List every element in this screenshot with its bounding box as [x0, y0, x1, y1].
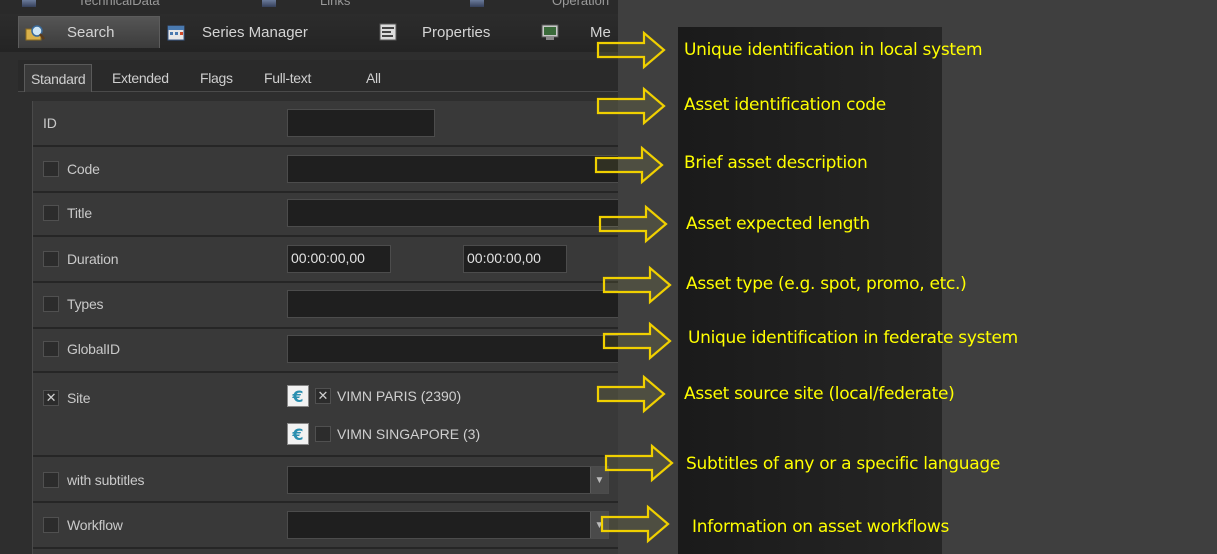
duration-to-field[interactable]: 00:00:00,00 — [463, 245, 567, 273]
subtitles-dropdown[interactable]: ▼ — [287, 466, 609, 494]
duration-checkbox[interactable] — [43, 251, 59, 267]
search-form: ID Code Title Duration 00:00:00,00 00:00… — [32, 101, 618, 554]
tab-all[interactable]: All — [366, 64, 381, 92]
tab-operation[interactable]: Operation — [552, 0, 609, 8]
divider — [33, 281, 618, 283]
arrow-icon — [596, 87, 666, 125]
id-field[interactable] — [287, 109, 435, 137]
tab-search-label: Search — [67, 24, 115, 41]
site-paris-label: VIMN PARIS (2390) — [337, 388, 462, 404]
site-checkbox[interactable]: ✕ — [43, 390, 59, 406]
arrow-icon — [596, 31, 666, 69]
callout-site: Asset source site (local/federate) — [684, 384, 955, 404]
search-window: TechnicalData Links Operation Search Ser… — [0, 0, 618, 554]
divider — [33, 455, 618, 457]
globalid-label: GlobalID — [67, 341, 120, 357]
tab-standard[interactable]: Standard — [24, 64, 93, 92]
callout-subtitles: Subtitles of any or a specific language — [686, 454, 1000, 474]
code-label: Code — [67, 161, 100, 177]
tab-properties[interactable]: Properties — [378, 16, 490, 48]
types-checkbox[interactable] — [43, 296, 59, 312]
site-option-singapore[interactable]: € VIMN SINGAPORE (3) — [287, 423, 480, 445]
site-option-paris[interactable]: € ✕ VIMN PARIS (2390) — [287, 385, 461, 407]
arrow-icon — [604, 444, 674, 482]
callout-arrows — [594, 31, 674, 543]
globalid-row: GlobalID — [43, 339, 120, 359]
divider — [33, 501, 618, 503]
operation-icon — [470, 0, 484, 7]
properties-icon — [379, 23, 397, 41]
code-row: Code — [43, 159, 100, 179]
site-singapore-label: VIMN SINGAPORE (3) — [337, 426, 481, 442]
divider — [33, 371, 618, 373]
divider — [33, 191, 618, 193]
tab-full-text[interactable]: Full-text — [264, 64, 311, 92]
callout-workflow: Information on asset workflows — [692, 517, 950, 537]
code-field[interactable] — [287, 155, 618, 183]
divider — [33, 235, 618, 237]
tab-search[interactable]: Search — [18, 16, 160, 48]
callout-types: Asset type (e.g. spot, promo, etc.) — [686, 274, 967, 294]
subtitles-row: with subtitles — [43, 470, 145, 490]
globalid-checkbox[interactable] — [43, 341, 59, 357]
arrow-icon — [596, 375, 666, 413]
arrow-icon — [600, 505, 670, 543]
tab-flags[interactable]: Flags — [200, 64, 233, 92]
tab-properties-label: Properties — [422, 23, 491, 41]
subtitles-checkbox[interactable] — [43, 472, 59, 488]
subtitles-label: with subtitles — [67, 472, 145, 488]
callout-id: Unique identification in local system — [684, 40, 983, 60]
tab-series-manager-label: Series Manager — [202, 23, 308, 41]
site-label: Site — [67, 390, 91, 406]
callout-code: Asset identification code — [684, 95, 886, 115]
globalid-field[interactable] — [287, 335, 618, 363]
top-tab-strip: TechnicalData Links Operation — [0, 0, 618, 14]
workflow-row: Workflow — [43, 515, 123, 535]
types-field[interactable] — [287, 290, 618, 318]
arrow-icon — [598, 205, 668, 243]
title-field[interactable] — [287, 199, 618, 227]
tab-series-manager[interactable]: Series Manager — [166, 16, 308, 48]
duration-row: Duration — [43, 249, 119, 269]
arrow-icon — [594, 146, 664, 184]
search-mode-tabs: Standard Extended Flags Full-text All — [18, 60, 618, 92]
arrow-icon — [602, 266, 672, 304]
arrow-icon — [602, 322, 672, 360]
media-icon — [541, 24, 559, 40]
workflow-dropdown[interactable]: ▼ — [287, 511, 609, 539]
title-checkbox[interactable] — [43, 205, 59, 221]
site-row: ✕ Site — [43, 388, 91, 408]
divider — [33, 327, 618, 329]
site-logo-icon: € — [287, 423, 309, 445]
links-icon — [262, 0, 276, 7]
callout-duration: Asset expected length — [686, 214, 870, 234]
tab-extended[interactable]: Extended — [112, 64, 169, 92]
duration-from-field[interactable]: 00:00:00,00 — [287, 245, 391, 273]
calendar-icon — [167, 25, 185, 41]
types-row: Types — [43, 294, 104, 314]
title-row: Title — [43, 203, 92, 223]
main-tabs: Search Series Manager Properties Me — [0, 14, 618, 52]
callout-title: Brief asset description — [684, 153, 868, 173]
duration-label: Duration — [67, 251, 119, 267]
title-label: Title — [67, 205, 92, 221]
technicaldata-icon — [22, 0, 36, 7]
site-logo-icon: € — [287, 385, 309, 407]
workflow-checkbox[interactable] — [43, 517, 59, 533]
site-singapore-checkbox[interactable] — [315, 426, 331, 442]
divider — [33, 547, 618, 549]
site-paris-checkbox[interactable]: ✕ — [315, 388, 331, 404]
id-label: ID — [43, 115, 57, 131]
divider — [33, 145, 618, 147]
tab-technicaldata[interactable]: TechnicalData — [78, 0, 160, 8]
magnifier-folder-icon — [25, 24, 45, 40]
tab-links[interactable]: Links — [320, 0, 350, 8]
workflow-label: Workflow — [67, 517, 123, 533]
code-checkbox[interactable] — [43, 161, 59, 177]
callout-globalid: Unique identification in federate system — [688, 328, 1018, 348]
types-label: Types — [67, 296, 104, 312]
